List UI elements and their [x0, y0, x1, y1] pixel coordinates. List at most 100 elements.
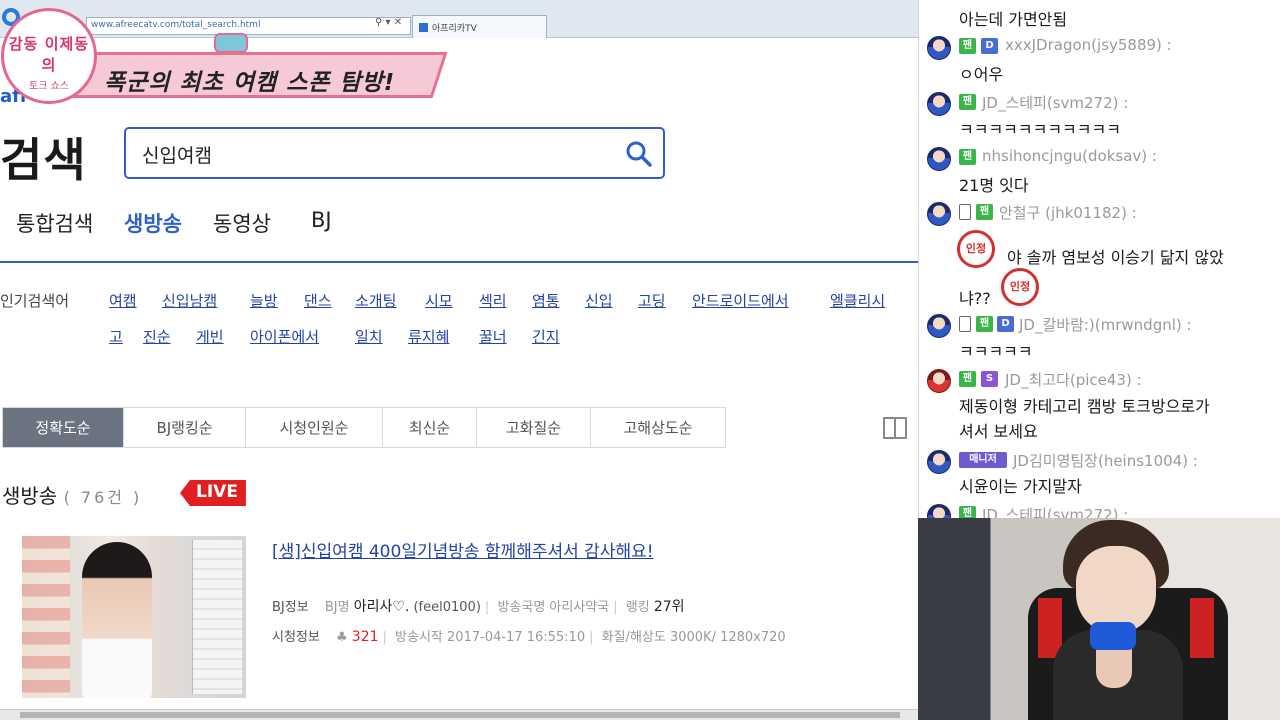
- fan-badge-icon: 팬: [976, 204, 993, 220]
- browser-window: www.afreecatv.com/total_search.html ⚲ ▾ …: [0, 0, 918, 720]
- start-label: 방송시작: [395, 630, 443, 645]
- stream-thumbnail[interactable]: [22, 536, 246, 698]
- live-badge: LIVE: [180, 480, 246, 506]
- avatar: [927, 369, 951, 393]
- related-term[interactable]: 일치: [355, 326, 383, 347]
- related-term[interactable]: 게빈: [196, 326, 224, 347]
- chat-username[interactable]: nhsihoncjngu(doksav) :: [982, 147, 1157, 165]
- related-term[interactable]: 고딩: [638, 290, 666, 311]
- browser-tab[interactable]: 아프리카TV: [412, 15, 547, 38]
- avatar: [927, 147, 951, 171]
- start-time: 2017-04-17 16:55:10: [447, 630, 586, 645]
- related-term[interactable]: 늘방: [250, 290, 278, 311]
- related-term[interactable]: 긴지: [532, 326, 560, 347]
- chat-message-text: ㅋㅋㅋㅋㅋ: [959, 342, 1033, 361]
- chat-message-text: ㅇ어우: [959, 65, 1004, 84]
- search-box: [124, 127, 665, 179]
- chat-username[interactable]: xxxJDragon(jsy5889) :: [1005, 36, 1172, 54]
- related-search-label: 인기검색어: [0, 292, 70, 310]
- chat-message-text: 냐??: [959, 289, 991, 308]
- overlay-stamp-logo: 감동 이제동의 토크 쇼스: [1, 8, 97, 104]
- tab-bj[interactable]: BJ: [311, 208, 332, 232]
- held-object: [1090, 622, 1136, 650]
- station-label: 방송국명: [497, 600, 546, 615]
- related-term[interactable]: 댄스: [304, 290, 332, 311]
- chat-username[interactable]: JD_최고다(pice43) :: [1005, 369, 1142, 390]
- avatar: [927, 36, 951, 60]
- tab-favicon-icon: [419, 23, 428, 32]
- related-term[interactable]: 신입: [585, 290, 613, 311]
- sort-viewers[interactable]: 시청인원순: [246, 408, 383, 447]
- fan-badge-icon: 팬: [959, 149, 976, 165]
- related-term[interactable]: 아이폰에서: [250, 326, 319, 347]
- related-term[interactable]: 류지혜: [408, 326, 449, 347]
- chat-panel: 아는데 가면안됨 팬 D xxxJDragon(jsy5889) : ㅇ어우 팬…: [918, 0, 1280, 518]
- fan-badge-icon: 팬: [959, 94, 976, 110]
- search-result-tabs: 통합검색 생방송 동영상 BJ: [0, 205, 918, 263]
- sort-bj-rank[interactable]: BJ랭킹순: [124, 408, 246, 447]
- related-term[interactable]: 시모: [425, 290, 453, 311]
- avatar: [927, 450, 951, 474]
- streamer-face: [1076, 546, 1156, 634]
- live-count: ( 76건 ): [63, 488, 143, 507]
- tab-video[interactable]: 동영상: [213, 208, 271, 238]
- chat-message-text: 아는데 가면안됨: [959, 10, 1068, 29]
- watch-info-label: 시청정보: [272, 630, 320, 645]
- view-toggle-icon[interactable]: [883, 417, 907, 439]
- tab-live[interactable]: 생방송: [124, 208, 182, 238]
- sort-high-quality[interactable]: 고화질순: [477, 408, 591, 447]
- watch-info-row: 시청정보 ♣ 321 | 방송시작 2017-04-17 16:55:10 | 화질…: [272, 629, 786, 645]
- chat-username[interactable]: JD_칼바람:)(mrwndgnl) :: [1019, 314, 1192, 335]
- related-term[interactable]: 섹리: [479, 290, 507, 311]
- thumbnail-streamer: [82, 542, 152, 698]
- page-title: 검색: [0, 133, 87, 187]
- chat-message-text: 시윤이는 가지말자: [959, 477, 1082, 496]
- live-heading-label: 생방송: [2, 484, 58, 508]
- bj-name[interactable]: 아리사♡.: [354, 599, 410, 615]
- sort-bar: 정확도순 BJ랭킹순 시청인원순 최신순 고화질순 고해상도순: [2, 407, 726, 448]
- search-input[interactable]: [142, 141, 612, 167]
- related-term[interactable]: 고: [109, 326, 123, 347]
- chat-username[interactable]: JD_스테피(svm272) :: [982, 504, 1128, 518]
- station-name[interactable]: 아리사약국: [549, 600, 609, 615]
- quality-value: 3000K/ 1280x720: [669, 630, 786, 645]
- viewer-icon: ♣: [335, 630, 348, 645]
- search-icon[interactable]: [625, 140, 653, 168]
- overlay-banner-text: 폭군의 최초 여캠 스폰 탐방!: [104, 70, 396, 96]
- related-term[interactable]: 염통: [532, 290, 560, 311]
- related-term[interactable]: 엘클리시: [830, 290, 885, 311]
- approval-stamp-icon: 인정: [1001, 268, 1039, 306]
- webcam-feed: [918, 518, 1280, 720]
- avatar: [927, 202, 951, 226]
- tab-title: 아프리카TV: [432, 24, 477, 34]
- sort-latest[interactable]: 최신순: [383, 408, 477, 447]
- related-term[interactable]: 안드로이드에서: [692, 290, 789, 311]
- related-term[interactable]: 신입남캠: [162, 290, 217, 311]
- tab-integrated[interactable]: 통합검색: [16, 208, 93, 238]
- address-controls-icon[interactable]: ⚲ ▾ ✕: [375, 17, 402, 28]
- subscriber-badge-icon: D: [981, 38, 998, 54]
- chat-username[interactable]: JD_스테피(svm272) :: [982, 92, 1128, 113]
- related-term[interactable]: 꿀너: [479, 326, 507, 347]
- related-term[interactable]: 소개팅: [355, 290, 396, 311]
- chat-username[interactable]: 안철구 (jhk01182) :: [999, 202, 1137, 223]
- sort-high-resolution[interactable]: 고해상도순: [591, 408, 725, 447]
- stream-title-link[interactable]: [생]신입여캠 400일기념방송 함께해주셔서 감사해요!: [272, 537, 654, 562]
- approval-stamp-icon: 인정: [957, 230, 995, 268]
- bj-name-prefix: BJ명: [324, 600, 350, 615]
- stamp-line2: 토크 쇼스: [29, 81, 69, 92]
- bj-info-row: BJ정보 BJ명 아리사♡. (feel0100) | 방송국명 아리사약국 | 랭…: [272, 599, 685, 615]
- chair-accent: [1190, 598, 1214, 658]
- support-badge-icon: S: [981, 371, 998, 387]
- chat-username[interactable]: JD김미영팀장(heins1004) :: [1013, 450, 1198, 471]
- related-term[interactable]: 여캠: [109, 290, 137, 311]
- bj-id: (feel0100): [413, 600, 481, 615]
- scrollbar-thumb[interactable]: [20, 712, 900, 718]
- horizontal-scrollbar[interactable]: [0, 709, 918, 720]
- thumbnail-chat: [192, 540, 242, 694]
- related-term[interactable]: 진순: [143, 326, 171, 347]
- mobile-icon: [959, 204, 971, 220]
- sort-accuracy[interactable]: 정확도순: [3, 408, 124, 447]
- fan-badge-icon: 팬: [959, 371, 976, 387]
- address-bar[interactable]: www.afreecatv.com/total_search.html: [86, 17, 411, 35]
